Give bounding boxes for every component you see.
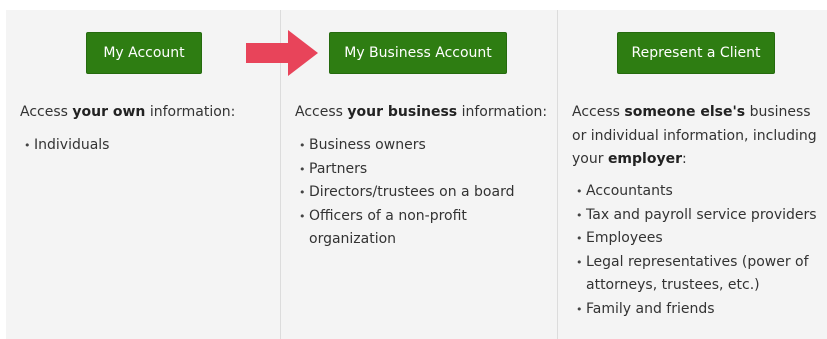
my-account-list: Individuals [20, 134, 109, 158]
represent-a-client-description: Access someone else's business or indivi… [572, 104, 817, 167]
represent-a-client-button[interactable]: Represent a Client [617, 32, 775, 74]
my-account-description: Access your own information: [20, 104, 236, 120]
my-business-account-button[interactable]: My Business Account [329, 32, 507, 74]
right-arrow-icon [246, 30, 318, 76]
list-item: Officers of a non-profit organization [295, 205, 519, 252]
panel-my-account: My Account Access your own information: … [6, 10, 281, 339]
list-item: Legal representatives (power of attorney… [572, 251, 827, 298]
list-item: Tax and payroll service providers [572, 204, 827, 228]
my-account-button[interactable]: My Account [86, 32, 202, 74]
list-item: Family and friends [572, 298, 827, 322]
represent-a-client-list: Accountants Tax and payroll service prov… [572, 180, 827, 321]
my-business-account-description: Access your business information: [295, 104, 548, 120]
panel-my-business-account: My Business Account Access your business… [281, 10, 558, 339]
account-options: My Account Access your own information: … [6, 10, 827, 339]
list-item: Accountants [572, 180, 827, 204]
panel-represent-a-client: Represent a Client Access someone else's… [558, 10, 827, 339]
list-item: Directors/trustees on a board [295, 181, 519, 205]
list-item: Individuals [20, 134, 109, 158]
list-item: Partners [295, 158, 519, 182]
list-item: Business owners [295, 134, 519, 158]
my-business-account-list: Business owners Partners Directors/trust… [295, 134, 519, 252]
right-arrow-shape [246, 30, 318, 76]
list-item: Employees [572, 227, 827, 251]
